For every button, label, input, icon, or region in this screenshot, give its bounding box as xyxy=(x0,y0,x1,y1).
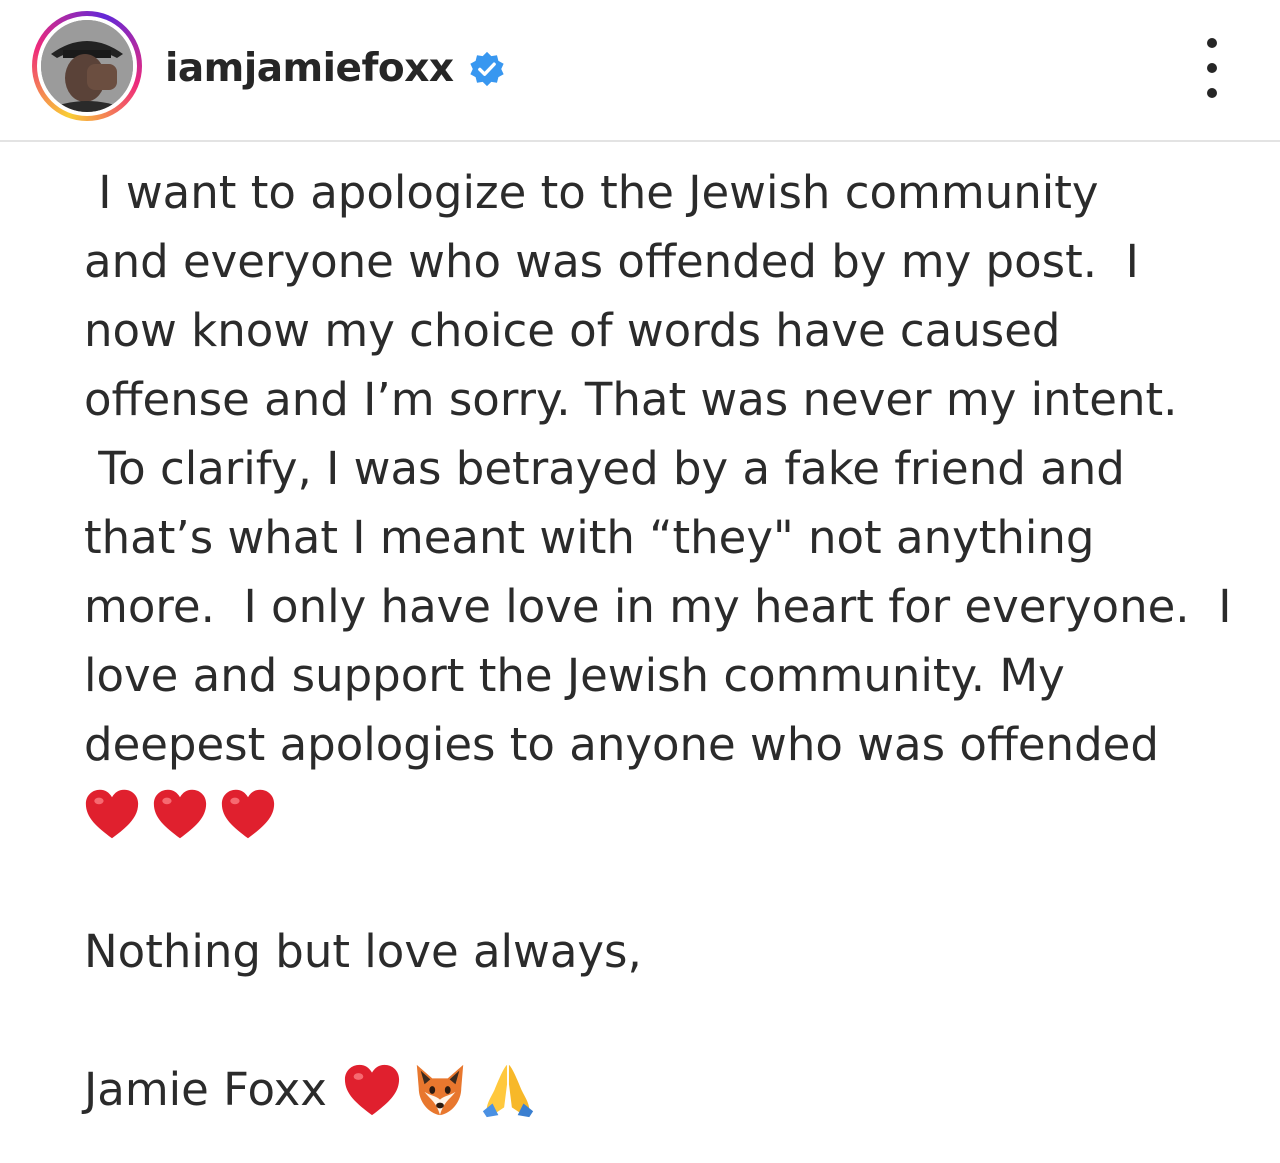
caption-line: I want to apologize to the Jewish commun… xyxy=(84,166,1099,219)
avatar[interactable] xyxy=(41,20,133,112)
closing-text: Nothing but love always, xyxy=(84,925,642,978)
caption-line: offense and I’m sorry. That was never my… xyxy=(84,373,1178,426)
heart-emoji-row xyxy=(84,779,1244,848)
fox-face-icon xyxy=(416,1064,464,1115)
signature-row: Jamie Foxx xyxy=(84,1055,1244,1124)
verified-badge-icon xyxy=(469,51,504,86)
caption-line: that’s what I meant with “they" not anyt… xyxy=(84,511,1095,564)
more-options-icon[interactable] xyxy=(1192,38,1232,98)
username[interactable]: iamjamiefoxx xyxy=(165,46,454,91)
red-heart-icon xyxy=(221,789,275,838)
profile-photo xyxy=(41,20,133,112)
post-caption: I want to apologize to the Jewish commun… xyxy=(84,158,1244,1124)
caption-line: love and support the Jewish community. M… xyxy=(84,649,1065,702)
red-heart-icon xyxy=(344,1064,399,1115)
story-ring[interactable] xyxy=(32,11,142,121)
caption-line: To clarify, I was betrayed by a fake fri… xyxy=(84,442,1125,495)
folded-hands-icon xyxy=(482,1064,534,1117)
caption-line: now know my choice of words have caused xyxy=(84,304,1061,357)
signature-text: Jamie Foxx xyxy=(84,1063,327,1116)
caption-line: more. I only have love in my heart for e… xyxy=(84,580,1232,633)
caption-line: and everyone who was offended by my post… xyxy=(84,235,1139,288)
caption-line: deepest apologies to anyone who was offe… xyxy=(84,718,1159,771)
red-heart-icon xyxy=(85,789,139,838)
post-header: iamjamiefoxx xyxy=(0,0,1280,142)
red-heart-icon xyxy=(153,789,207,838)
